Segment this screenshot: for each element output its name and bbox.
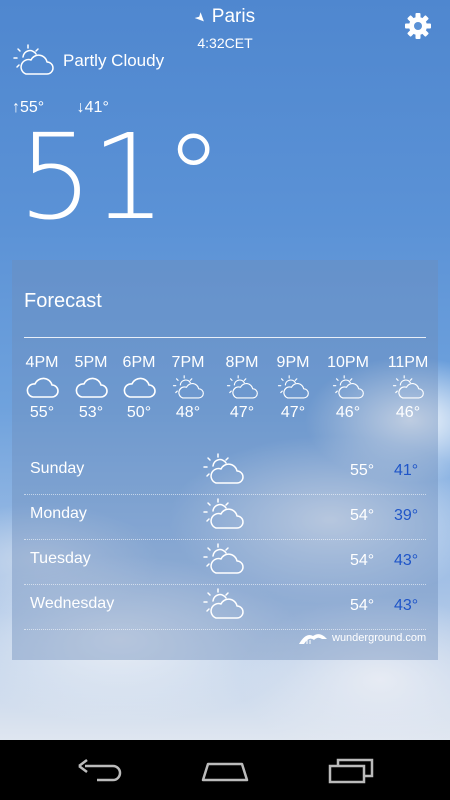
cloud-icon xyxy=(74,375,108,401)
day-low: 39° xyxy=(394,507,419,524)
hourly-item: 10PM 46° xyxy=(322,354,374,422)
wunderground-attribution[interactable]: wunderground.com xyxy=(298,630,426,646)
partly-cloudy-icon xyxy=(202,543,244,577)
day-low: 43° xyxy=(394,597,419,614)
cloud-icon xyxy=(122,375,156,401)
day-high: 54° xyxy=(350,507,375,524)
hourly-item: 6PM 50° xyxy=(113,354,165,422)
partly-cloudy-icon xyxy=(171,375,205,401)
location[interactable]: ➤ Paris xyxy=(0,6,450,28)
hour-label: 8PM xyxy=(225,354,259,371)
hour-label: 5PM xyxy=(74,354,108,371)
day-low: 43° xyxy=(394,552,419,569)
daily-row[interactable]: Sunday 55° 41° xyxy=(24,450,426,495)
location-arrow-icon: ➤ xyxy=(191,8,210,27)
navigation-bar xyxy=(0,740,450,800)
gear-icon[interactable] xyxy=(404,12,432,40)
hourly-item: 11PM 46° xyxy=(382,354,434,422)
day-name: Sunday xyxy=(30,460,85,477)
hourly-forecast[interactable]: 4PM 55° 5PM 53° 6PM 50° 7PM 48° 8PM 47° … xyxy=(12,354,438,434)
hourly-item: 9PM 47° xyxy=(267,354,319,422)
hour-label: 9PM xyxy=(276,354,310,371)
wunderground-logo-icon xyxy=(299,634,327,644)
partly-cloudy-icon xyxy=(391,375,425,401)
hourly-item: 7PM 48° xyxy=(162,354,214,422)
daily-forecast: Sunday 55° 41° Monday 54° 39° Tuesday 54… xyxy=(24,450,426,630)
current-temperature: 51° xyxy=(18,108,223,246)
forecast-panel: Forecast 4PM 55° 5PM 53° 6PM 50° 7PM 48°… xyxy=(12,260,438,660)
cloud-icon xyxy=(25,375,59,401)
current-condition: Partly Cloudy xyxy=(63,51,165,70)
hour-temp: 46° xyxy=(335,404,361,421)
hour-label: 7PM xyxy=(171,354,205,371)
hourly-item: 8PM 47° xyxy=(216,354,268,422)
hourly-item: 4PM 55° xyxy=(16,354,68,422)
partly-cloudy-icon xyxy=(276,375,310,401)
back-icon[interactable] xyxy=(75,756,125,784)
hour-temp: 48° xyxy=(175,404,201,421)
day-high: 54° xyxy=(350,552,375,569)
home-icon[interactable] xyxy=(200,756,250,784)
day-high: 54° xyxy=(350,597,375,614)
city-name: Paris xyxy=(211,6,256,27)
daily-row[interactable]: Tuesday 54° 43° xyxy=(24,540,426,585)
day-name: Monday xyxy=(30,505,87,522)
day-low: 41° xyxy=(394,462,419,479)
forecast-title: Forecast xyxy=(24,290,102,312)
day-name: Tuesday xyxy=(30,550,91,567)
daily-row[interactable]: Wednesday 54° 43° xyxy=(24,585,426,630)
attribution-text: wunderground.com xyxy=(332,632,427,644)
divider xyxy=(24,337,426,338)
local-time: 4:32CET xyxy=(197,35,253,51)
hour-temp: 47° xyxy=(229,404,255,421)
hour-temp: 46° xyxy=(395,404,421,421)
partly-cloudy-icon xyxy=(202,453,244,487)
hour-temp: 55° xyxy=(29,404,55,421)
partly-cloudy-icon xyxy=(331,375,365,401)
hour-temp: 53° xyxy=(78,404,104,421)
hourly-item: 5PM 53° xyxy=(65,354,117,422)
hour-label: 11PM xyxy=(387,354,429,371)
hour-temp: 47° xyxy=(280,404,306,421)
hour-label: 6PM xyxy=(122,354,156,371)
hour-label: 4PM xyxy=(25,354,59,371)
day-name: Wednesday xyxy=(30,595,115,612)
partly-cloudy-icon xyxy=(12,44,54,78)
hour-label: 10PM xyxy=(327,354,369,371)
day-high: 55° xyxy=(350,462,375,479)
hour-temp: 50° xyxy=(126,404,152,421)
daily-row[interactable]: Monday 54° 39° xyxy=(24,495,426,540)
partly-cloudy-icon xyxy=(225,375,259,401)
recent-apps-icon[interactable] xyxy=(326,756,376,784)
partly-cloudy-icon xyxy=(202,498,244,532)
partly-cloudy-icon xyxy=(202,588,244,622)
